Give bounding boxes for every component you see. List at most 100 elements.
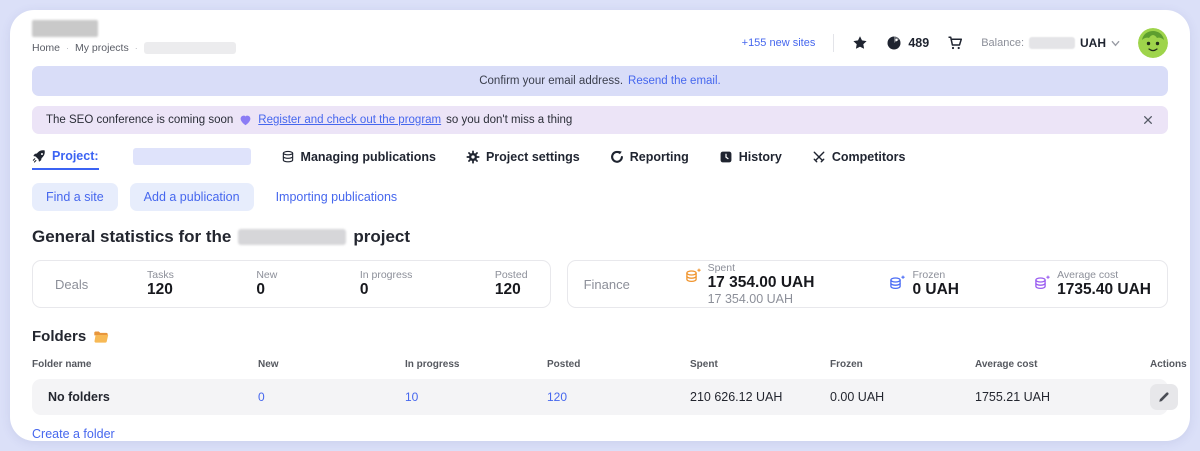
page-title-after: project xyxy=(353,227,410,247)
folders-table-header: Folder name New In progress Posted Spent… xyxy=(32,359,1168,370)
tab-history[interactable]: History xyxy=(719,150,782,169)
brand-block: Home · My projects · xyxy=(32,20,236,54)
top-bar: Home · My projects · +155 new sites 489 xyxy=(22,18,1178,58)
deals-posted: Posted 120 xyxy=(495,269,528,299)
tab-project[interactable]: Project: xyxy=(32,149,99,170)
tab-managing-publications[interactable]: Managing publications xyxy=(281,150,436,169)
coins-icon xyxy=(886,35,902,51)
balance-label: Balance: xyxy=(981,37,1024,49)
breadcrumb-separator: · xyxy=(135,43,138,53)
folder-name-cell: No folders xyxy=(48,390,258,404)
importing-publications-button[interactable]: Importing publications xyxy=(266,183,408,211)
stat-cards: Deals Tasks 120 New 0 In progress 0 Post… xyxy=(32,260,1168,308)
tab-competitors[interactable]: Competitors xyxy=(812,150,906,169)
deals-card: Deals Tasks 120 New 0 In progress 0 Post… xyxy=(32,260,551,308)
resend-email-link[interactable]: Resend the email. xyxy=(628,75,721,87)
tab-reporting-label: Reporting xyxy=(630,150,689,164)
close-icon[interactable] xyxy=(1140,112,1156,128)
find-site-button[interactable]: Find a site xyxy=(32,183,118,211)
folder-icon xyxy=(93,329,109,345)
coins-stack-icon xyxy=(684,268,701,285)
finance-spent: Spent 17 354.00 UAH 17 354.00 UAH xyxy=(684,262,815,306)
tab-project-settings[interactable]: Project settings xyxy=(466,150,580,169)
main-card: Home · My projects · +155 new sites 489 xyxy=(10,10,1190,441)
stat-value: 0 xyxy=(256,281,277,299)
project-tabs: Project: Managing publications Project s… xyxy=(32,148,1168,170)
stat-label: Posted xyxy=(495,269,528,281)
coins-stack-icon xyxy=(1033,275,1050,292)
breadcrumb-separator: · xyxy=(66,43,69,53)
folders-heading: Folders xyxy=(32,328,1168,345)
conference-register-link[interactable]: Register and check out the program xyxy=(258,114,441,126)
email-confirm-text: Confirm your email address. xyxy=(479,75,623,87)
stat-value: 120 xyxy=(495,281,528,299)
deals-tasks: Tasks 120 xyxy=(147,269,174,299)
folders-heading-label: Folders xyxy=(32,328,86,345)
finance-frozen: Frozen 0 UAH xyxy=(888,269,959,299)
conference-text-after: so you don't miss a thing xyxy=(446,114,572,126)
column-folder-name: Folder name xyxy=(32,359,258,370)
reporting-icon xyxy=(610,150,624,164)
tab-project-settings-label: Project settings xyxy=(486,150,580,164)
average-cost-cell: 1755.21 UAH xyxy=(975,390,1150,404)
action-buttons: Find a site Add a publication Importing … xyxy=(32,183,1168,211)
gear-icon xyxy=(466,150,480,164)
breadcrumb-my-projects[interactable]: My projects xyxy=(75,42,129,54)
balance-widget[interactable]: Balance: UAH xyxy=(981,36,1120,50)
page-title: General statistics for the project xyxy=(32,227,1168,247)
spent-cell: 210 626.12 UAH xyxy=(690,390,830,404)
chevron-down-icon xyxy=(1111,39,1120,48)
column-frozen: Frozen xyxy=(830,359,975,370)
tab-reporting[interactable]: Reporting xyxy=(610,150,689,169)
breadcrumb-home[interactable]: Home xyxy=(32,42,60,54)
in-progress-count-link[interactable]: 10 xyxy=(405,390,547,404)
top-right-menu: +155 new sites 489 Balance: UAH xyxy=(742,28,1168,58)
stat-label: Frozen xyxy=(912,269,959,281)
star-icon[interactable] xyxy=(852,35,868,51)
heart-icon xyxy=(239,114,252,127)
cart-icon[interactable] xyxy=(947,35,963,51)
finance-card-title: Finance xyxy=(584,277,684,292)
posted-count-link[interactable]: 120 xyxy=(547,390,690,404)
stat-subvalue: 17 354.00 UAH xyxy=(708,292,815,306)
project-name-redacted xyxy=(133,148,251,165)
email-confirm-banner: Confirm your email address. Resend the e… xyxy=(32,66,1168,96)
column-average-cost: Average cost xyxy=(975,359,1150,370)
conference-text-before: The SEO conference is coming soon xyxy=(46,114,233,126)
breadcrumb: Home · My projects · xyxy=(32,42,236,54)
divider xyxy=(833,34,834,52)
stat-value: 17 354.00 UAH xyxy=(708,274,815,292)
tab-project-label: Project: xyxy=(52,149,99,163)
column-in-progress: In progress xyxy=(405,359,547,370)
frozen-cell: 0.00 UAH xyxy=(830,390,975,404)
edit-button[interactable] xyxy=(1150,384,1178,410)
avatar[interactable] xyxy=(1138,28,1168,58)
deals-card-title: Deals xyxy=(55,277,147,292)
crossed-swords-icon xyxy=(812,150,826,164)
coins-count: 489 xyxy=(908,36,929,50)
coins-balance[interactable]: 489 xyxy=(886,35,929,51)
column-posted: Posted xyxy=(547,359,690,370)
deals-in-progress: In progress 0 xyxy=(360,269,413,299)
page-title-project-redacted xyxy=(238,229,346,245)
add-publication-button[interactable]: Add a publication xyxy=(130,183,254,211)
page-title-before: General statistics for the xyxy=(32,227,231,247)
stat-label: Spent xyxy=(708,262,815,274)
new-count-link[interactable]: 0 xyxy=(258,390,405,404)
balance-amount-redacted xyxy=(1029,37,1075,49)
conference-banner: The SEO conference is coming soon Regist… xyxy=(32,106,1168,134)
create-folder-link[interactable]: Create a folder xyxy=(32,427,115,441)
logo-redacted xyxy=(32,20,98,37)
deals-new: New 0 xyxy=(256,269,277,299)
column-spent: Spent xyxy=(690,359,830,370)
stat-label: New xyxy=(256,269,277,281)
coins-stack-icon xyxy=(888,275,905,292)
new-sites-link[interactable]: +155 new sites xyxy=(742,37,816,49)
finance-average-cost: Average cost 1735.40 UAH xyxy=(1033,269,1151,299)
stat-value: 0 xyxy=(360,281,413,299)
balance-currency: UAH xyxy=(1080,36,1106,50)
tab-competitors-label: Competitors xyxy=(832,150,906,164)
breadcrumb-project-redacted xyxy=(144,42,236,54)
tab-managing-publications-label: Managing publications xyxy=(301,150,436,164)
column-new: New xyxy=(258,359,405,370)
